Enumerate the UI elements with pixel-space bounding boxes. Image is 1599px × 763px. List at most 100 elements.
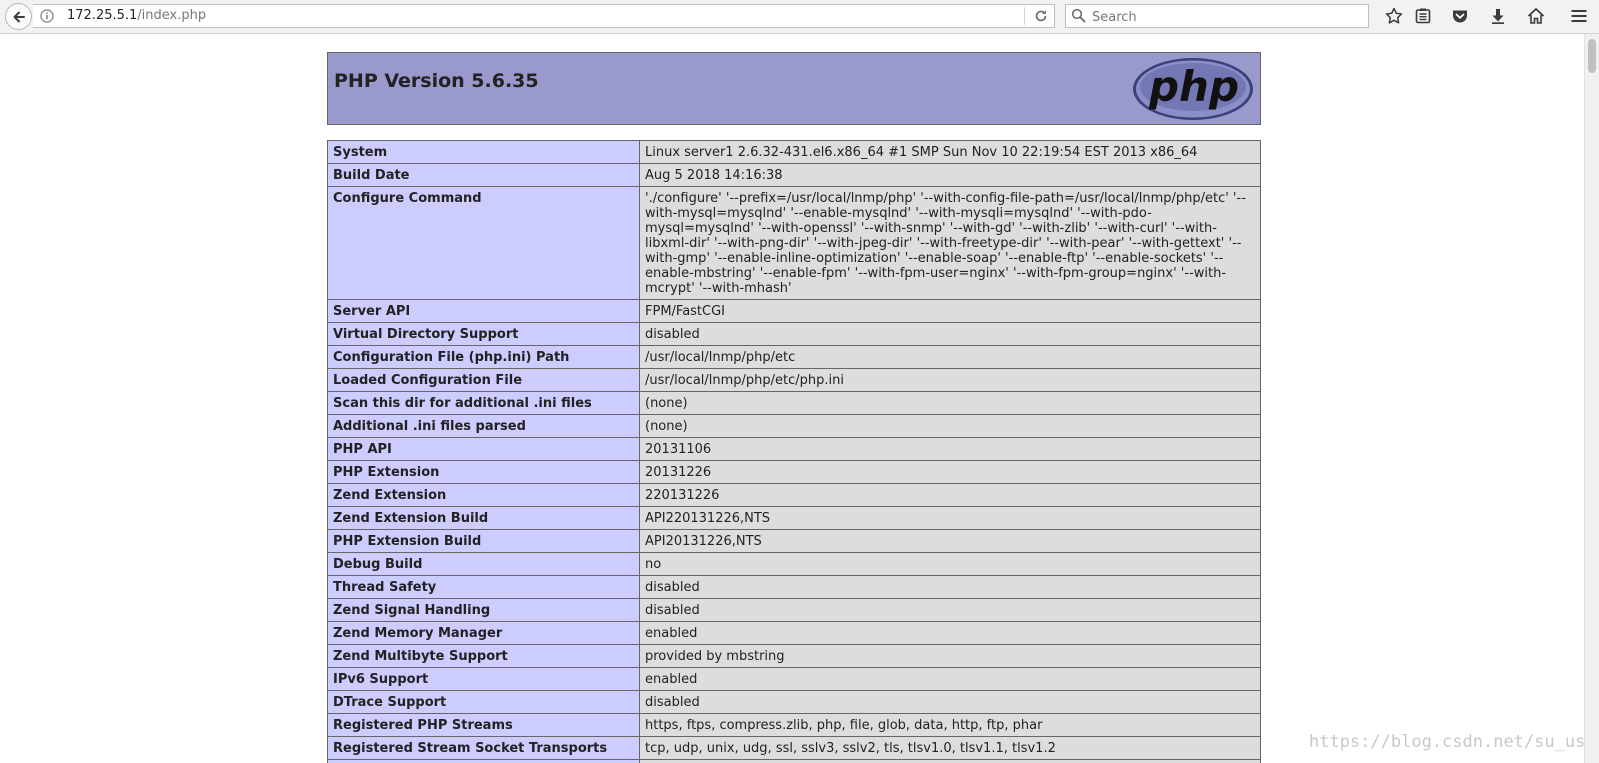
row-value: Aug 5 2018 14:16:38 (639, 163, 1261, 187)
row-value: disabled (639, 690, 1261, 714)
row-value: 20131106 (639, 437, 1261, 461)
url-bar[interactable]: 172.25.5.1/index.php (33, 4, 1055, 28)
row-key: PHP Extension Build (327, 529, 640, 553)
row-key: PHP API (327, 437, 640, 461)
row-key: Build Date (327, 163, 640, 187)
row-value: 20131226 (639, 460, 1261, 484)
row-value: enabled (639, 667, 1261, 691)
table-row: Zend Memory Manager enabled (327, 621, 1261, 645)
row-key: DTrace Support (327, 690, 640, 714)
table-row: Zend Extension Build API220131226,NTS (327, 506, 1261, 530)
row-key: Zend Multibyte Support (327, 644, 640, 668)
row-value: disabled (639, 598, 1261, 622)
row-value: disabled (639, 322, 1261, 346)
row-value: tcp, udp, unix, udg, ssl, sslv3, sslv2, … (639, 736, 1261, 760)
table-row: Server API FPM/FastCGI (327, 299, 1261, 323)
row-value: './configure' '--prefix=/usr/local/lnmp/… (639, 186, 1261, 300)
back-button[interactable] (5, 3, 32, 30)
row-key: Registered PHP Streams (327, 713, 640, 737)
row-value: no (639, 552, 1261, 576)
row-key: Registered Stream Socket Transports (327, 736, 640, 760)
table-row: PHP Extension 20131226 (327, 460, 1261, 484)
row-key: Zend Extension (327, 483, 640, 507)
table-row: PHP API 20131106 (327, 437, 1261, 461)
row-key: Additional .ini files parsed (327, 414, 640, 438)
table-row: Build Date Aug 5 2018 14:16:38 (327, 163, 1261, 187)
table-row: Virtual Directory Support disabled (327, 322, 1261, 346)
row-value: (none) (639, 391, 1261, 415)
table-row: DTrace Support disabled (327, 690, 1261, 714)
row-key: Zend Memory Manager (327, 621, 640, 645)
search-icon (1071, 8, 1086, 23)
url-text[interactable]: 172.25.5.1/index.php (67, 8, 206, 23)
row-key: Server API (327, 299, 640, 323)
table-row: Scan this dir for additional .ini files(… (327, 391, 1261, 415)
row-key: Virtual Directory Support (327, 322, 640, 346)
menu-icon[interactable] (1569, 6, 1589, 26)
row-key: Registered Stream Filters (327, 759, 640, 763)
table-row: Registered Stream Filterszlib.*, convert… (327, 759, 1261, 763)
row-value: (none) (639, 414, 1261, 438)
table-row: Zend Extension 220131226 (327, 483, 1261, 507)
row-key: IPv6 Support (327, 667, 640, 691)
table-row: Registered PHP Streams https, ftps, compr… (327, 713, 1261, 737)
row-value: /usr/local/lnmp/php/etc (639, 345, 1261, 369)
downloads-icon[interactable] (1488, 6, 1508, 26)
table-row: Registered Stream Socket Transports tcp, … (327, 736, 1261, 760)
reload-icon[interactable] (1033, 8, 1049, 24)
php-logo[interactable]: php (1132, 57, 1254, 121)
row-key: Zend Signal Handling (327, 598, 640, 622)
table-row: Zend Signal Handling disabled (327, 598, 1261, 622)
browser-toolbar: 172.25.5.1/index.php (0, 0, 1599, 34)
php-logo-text: php (1148, 62, 1239, 111)
row-key: PHP Extension (327, 460, 640, 484)
table-row: IPv6 Support enabled (327, 667, 1261, 691)
row-key: Zend Extension Build (327, 506, 640, 530)
row-value: disabled (639, 575, 1261, 599)
row-value: enabled (639, 621, 1261, 645)
pocket-icon[interactable] (1450, 6, 1470, 26)
table-row: PHP Extension Build API20131226,NTS (327, 529, 1261, 553)
row-key: Thread Safety (327, 575, 640, 599)
row-value: 220131226 (639, 483, 1261, 507)
row-value: Linux server1 2.6.32-431.el6.x86_64 #1 S… (639, 140, 1261, 164)
row-key: System (327, 140, 640, 164)
php-info-table: System Linux server1 2.6.32-431.el6.x86_6… (327, 140, 1261, 763)
row-value: https, ftps, compress.zlib, php, file, g… (639, 713, 1261, 737)
row-key: Loaded Configuration File (327, 368, 640, 392)
page-content: PHP Version 5.6.35 php System Linux serve… (0, 34, 1584, 763)
back-arrow-icon (13, 11, 25, 22)
table-row: Debug Build no (327, 552, 1261, 576)
row-value: /usr/local/lnmp/php/etc/php.ini (639, 368, 1261, 392)
table-row: Configure Command './configure' '--prefix… (327, 186, 1261, 300)
row-key: Debug Build (327, 552, 640, 576)
watermark: https://blog.csdn.net/su_use (1309, 732, 1584, 752)
url-host: 172.25.5.1 (67, 8, 138, 23)
table-row: Additional .ini files parsed (none) (327, 414, 1261, 438)
table-row: System Linux server1 2.6.32-431.el6.x86_6… (327, 140, 1261, 164)
table-row: Configuration File (php.ini) Path/usr/lo… (327, 345, 1261, 369)
search-input[interactable] (1090, 7, 1364, 27)
url-separator (1024, 7, 1025, 25)
php-header: PHP Version 5.6.35 php (327, 52, 1261, 125)
reading-list-icon[interactable] (1413, 6, 1433, 26)
row-value: provided by mbstring (639, 644, 1261, 668)
row-key: Scan this dir for additional .ini files (327, 391, 640, 415)
table-row: Zend Multibyte Support provided by mbstri… (327, 644, 1261, 668)
row-value: API220131226,NTS (639, 506, 1261, 530)
search-bar[interactable] (1065, 4, 1369, 28)
row-key: Configuration File (php.ini) Path (327, 345, 640, 369)
row-key: Configure Command (327, 186, 640, 300)
vertical-scrollbar[interactable] (1584, 34, 1599, 763)
scrollbar-thumb[interactable] (1588, 39, 1596, 73)
info-icon[interactable] (40, 9, 54, 23)
bookmark-star-icon[interactable] (1384, 6, 1404, 26)
table-row: Loaded Configuration File/usr/local/lnmp… (327, 368, 1261, 392)
home-icon[interactable] (1526, 6, 1546, 26)
table-row: Thread Safety disabled (327, 575, 1261, 599)
row-value: zlib.*, convert.iconv.*, mcrypt.*, mdecr… (639, 759, 1261, 763)
row-value: FPM/FastCGI (639, 299, 1261, 323)
row-value: API20131226,NTS (639, 529, 1261, 553)
page-title: PHP Version 5.6.35 (334, 70, 539, 92)
url-path: /index.php (137, 8, 207, 23)
